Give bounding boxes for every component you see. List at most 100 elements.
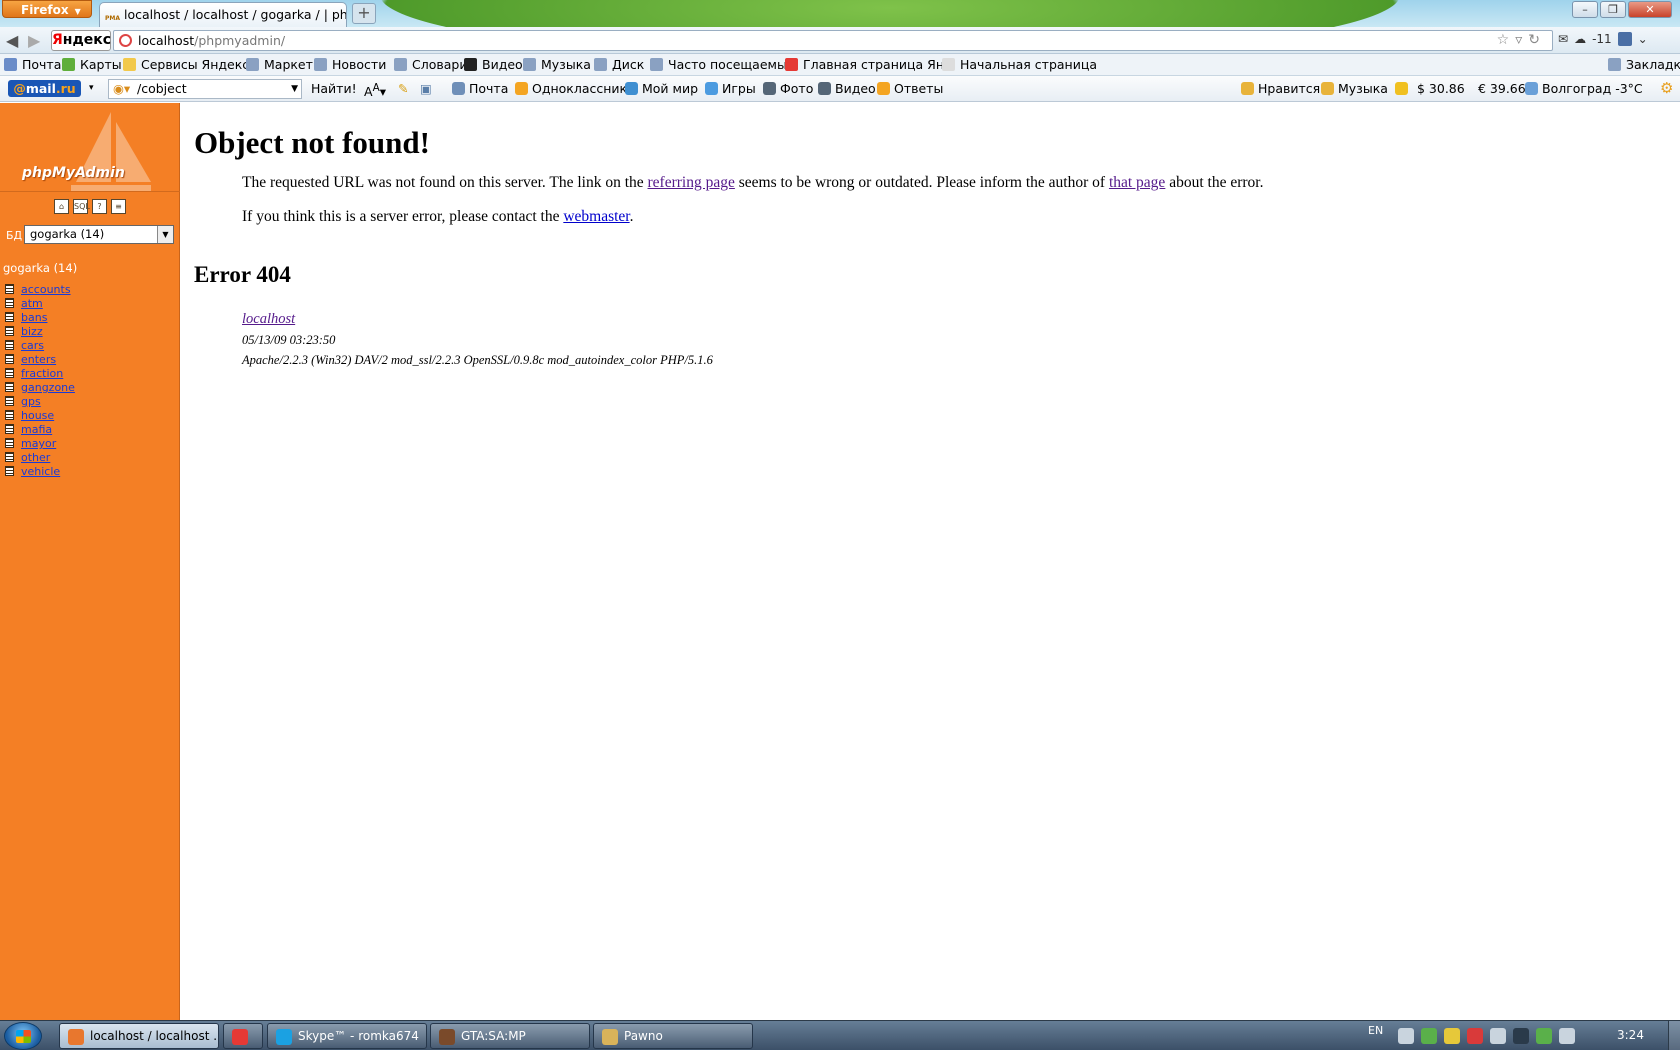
table-link[interactable]: accounts	[21, 283, 71, 296]
close-button[interactable]: ✕	[1628, 1, 1672, 18]
table-link[interactable]: cars	[21, 339, 44, 352]
bookmark-item[interactable]: Музыка	[523, 54, 591, 75]
home-icon[interactable]: ⌂	[54, 199, 69, 214]
table-link[interactable]: vehicle	[21, 465, 60, 478]
clock[interactable]: 3:24	[1617, 1028, 1644, 1042]
taskbar-button[interactable]: Pawno	[593, 1023, 753, 1049]
new-tab-button[interactable]: +	[352, 3, 376, 24]
table-icon[interactable]	[5, 438, 14, 448]
bookmark-item[interactable]: Часто посещаемые	[650, 54, 795, 75]
bookmark-item[interactable]: Маркет	[246, 54, 313, 75]
table-link[interactable]: atm	[21, 297, 43, 310]
search-button[interactable]: Найти!	[311, 76, 357, 101]
mailru-link[interactable]: Видео	[818, 76, 876, 101]
font-size-icon[interactable]: AA▾	[364, 76, 386, 104]
bookmark-item[interactable]: Почта	[4, 54, 61, 75]
tray-icon[interactable]	[1513, 1028, 1529, 1044]
taskbar-button[interactable]	[223, 1023, 263, 1049]
table-icon[interactable]	[5, 424, 14, 434]
chevron-down-icon[interactable]: ▾	[89, 76, 94, 101]
taskbar-button[interactable]: Skype™ - romka674	[267, 1023, 427, 1049]
table-icon[interactable]	[5, 410, 14, 420]
history-dropdown-icon[interactable]: ▿	[1515, 32, 1528, 48]
webmaster-link[interactable]: webmaster	[563, 208, 629, 225]
bookmark-item[interactable]: Диск	[594, 54, 644, 75]
yandex-logo[interactable]: Яндекс	[51, 30, 111, 51]
database-heading[interactable]: gogarka (14)	[3, 261, 77, 275]
reload-icon[interactable]: ↻	[1528, 32, 1546, 48]
table-link[interactable]: other	[21, 451, 50, 464]
forward-arrow-icon[interactable]: ▶	[28, 31, 40, 50]
tray-icon[interactable]	[1559, 1028, 1575, 1044]
bookmarks-menu-button[interactable]: Закладки	[1608, 54, 1680, 75]
mailru-search-input[interactable]: ◉▾ /cobject ▼	[108, 79, 302, 99]
bookmark-item[interactable]: Начальная страница	[942, 54, 1097, 75]
mailru-widget[interactable]: Нравится	[1241, 76, 1320, 101]
mailru-widget[interactable]	[1395, 76, 1412, 101]
mailru-link[interactable]: Игры	[705, 76, 756, 101]
firefox-menu-button[interactable]: Firefox ▼	[2, 0, 92, 18]
tray-icon[interactable]	[1490, 1028, 1506, 1044]
table-icon[interactable]	[5, 396, 14, 406]
mailru-widget[interactable]: $ 30.86	[1417, 76, 1465, 101]
table-link[interactable]: bizz	[21, 325, 43, 338]
mailru-link[interactable]: Мой мир	[625, 76, 698, 101]
table-icon[interactable]	[5, 382, 14, 392]
table-link[interactable]: mayor	[21, 437, 56, 450]
table-link[interactable]: enters	[21, 353, 56, 366]
table-link[interactable]: fraction	[21, 367, 63, 380]
zoom-page-icon[interactable]: ▣	[420, 76, 432, 101]
bookmark-item[interactable]: Новости	[314, 54, 386, 75]
mailru-logo[interactable]: @mail.ru	[8, 80, 81, 97]
sql-icon[interactable]: SQL	[73, 199, 90, 214]
bookmark-item[interactable]: Карты	[62, 54, 122, 75]
site-identity-icon[interactable]	[119, 34, 132, 47]
weather-temperature[interactable]: -11	[1592, 32, 1612, 46]
mailru-link[interactable]: Одноклассники	[515, 76, 635, 101]
tray-icon[interactable]	[1536, 1028, 1552, 1044]
bookmark-star-icon[interactable]: ☆	[1497, 32, 1516, 48]
bookmark-item[interactable]: Сервисы Яндекса	[123, 54, 257, 75]
table-icon[interactable]	[5, 354, 14, 364]
mailru-link[interactable]: Фото	[763, 76, 813, 101]
restore-button[interactable]: ❐	[1600, 1, 1626, 18]
start-button[interactable]	[4, 1022, 42, 1050]
docs-icon[interactable]: ?	[92, 199, 107, 214]
minimize-button[interactable]: –	[1572, 1, 1598, 18]
mailru-widget[interactable]: Музыка	[1321, 76, 1388, 101]
query-icon[interactable]: ≡	[111, 199, 126, 214]
tab-phpmyadmin[interactable]: PMA localhost / localhost / gogarka / | …	[99, 2, 347, 27]
show-desktop-button[interactable]	[1668, 1021, 1680, 1050]
tray-icon[interactable]	[1444, 1028, 1460, 1044]
table-icon[interactable]	[5, 466, 14, 476]
mailru-link[interactable]: Почта	[452, 76, 508, 101]
table-icon[interactable]	[5, 298, 14, 308]
taskbar-button[interactable]: GTA:SA:MP	[430, 1023, 590, 1049]
mailru-widget[interactable]: € 39.66	[1478, 76, 1526, 101]
table-link[interactable]: gps	[21, 395, 41, 408]
table-icon[interactable]	[5, 312, 14, 322]
tray-icon[interactable]	[1421, 1028, 1437, 1044]
table-link[interactable]: house	[21, 409, 54, 422]
bookmark-item[interactable]: Видео	[464, 54, 523, 75]
highlighter-icon[interactable]: ✎	[398, 76, 408, 101]
tray-icon[interactable]	[1398, 1028, 1414, 1044]
taskbar-button[interactable]: localhost / localhost ...	[59, 1023, 219, 1049]
bookmark-item[interactable]: Словари	[394, 54, 467, 75]
mailru-link[interactable]: Ответы	[877, 76, 943, 101]
table-link[interactable]: mafia	[21, 423, 52, 436]
mailru-widget[interactable]: Волгоград -3°C	[1525, 76, 1643, 101]
chevron-down-icon[interactable]: ⌄	[1638, 32, 1648, 46]
database-select[interactable]: gogarka (14) ▼	[24, 225, 174, 244]
tray-icon[interactable]	[1467, 1028, 1483, 1044]
settings-gear-icon[interactable]: ⚙	[1660, 76, 1673, 101]
chevron-down-icon[interactable]: ▼	[157, 226, 173, 243]
table-icon[interactable]	[5, 326, 14, 336]
table-link[interactable]: gangzone	[21, 381, 75, 394]
mail-envelope-icon[interactable]: ✉	[1558, 32, 1568, 46]
table-link[interactable]: bans	[21, 311, 47, 324]
chevron-down-icon[interactable]: ▼	[291, 80, 298, 98]
back-arrow-icon[interactable]: ◀	[6, 31, 18, 50]
localhost-link[interactable]: localhost	[242, 311, 295, 327]
weather-cloud-icon[interactable]: ☁	[1574, 32, 1586, 46]
